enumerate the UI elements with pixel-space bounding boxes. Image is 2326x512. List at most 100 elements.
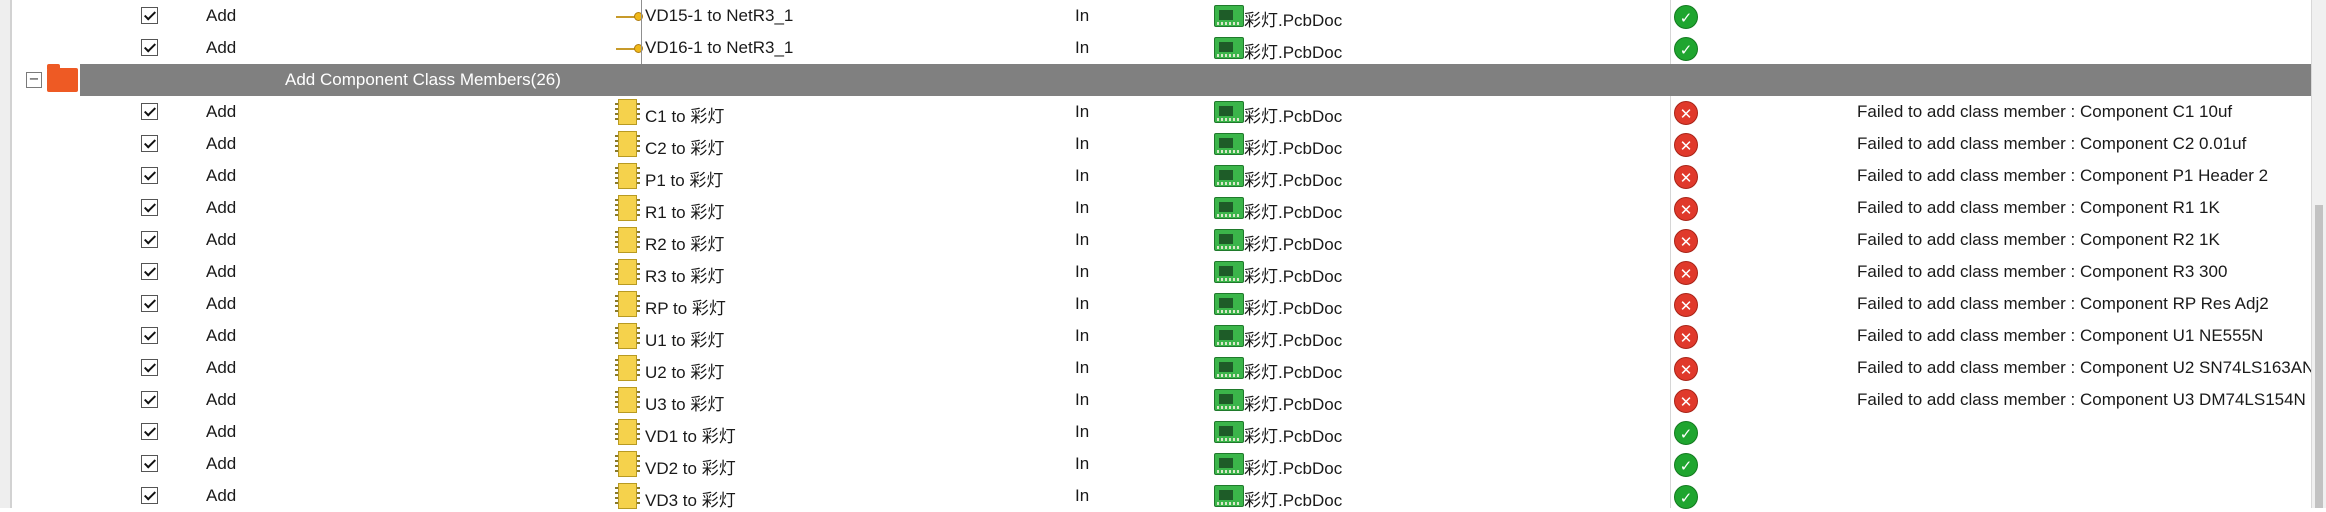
enable-checkbox[interactable]: [141, 199, 158, 216]
table-row[interactable]: Add R3 to 彩灯 In 彩灯.PcbDoc ✕ Failed to add cla…: [0, 256, 2312, 288]
affected-object-cell: RP to 彩灯: [645, 299, 726, 318]
affected-document-cell: 彩灯.PcbDoc: [1244, 491, 1343, 510]
action-cell: Add: [206, 166, 237, 185]
net-icon: [616, 32, 643, 64]
action-cell: Add: [206, 102, 237, 121]
affected-document-cell: 彩灯.PcbDoc: [1244, 171, 1343, 190]
message-cell: Failed to add class member : Component U…: [1857, 326, 2264, 345]
pcb-document-icon: [1214, 37, 1244, 59]
error-status-icon: ✕: [1674, 325, 1698, 349]
enable-checkbox[interactable]: [141, 295, 158, 312]
check-status-icon: ✓: [1674, 453, 1698, 477]
error-status-icon: ✕: [1674, 165, 1698, 189]
affected-object-cell: R1 to 彩灯: [645, 203, 725, 222]
check-status-icon: ✓: [1674, 37, 1698, 61]
enable-checkbox[interactable]: [141, 103, 158, 120]
affected-document-cell: 彩灯.PcbDoc: [1244, 107, 1343, 126]
affected-document-cell: 彩灯.PcbDoc: [1244, 139, 1343, 158]
action-cell: Add: [206, 198, 237, 217]
error-status-icon: ✕: [1674, 389, 1698, 413]
check-status-icon: ✓: [1674, 5, 1698, 29]
enable-checkbox[interactable]: [141, 7, 158, 24]
enable-checkbox[interactable]: [141, 263, 158, 280]
group-header-bar[interactable]: Add Component Class Members(26): [80, 64, 2312, 96]
table-row[interactable]: Add R2 to 彩灯 In 彩灯.PcbDoc ✕ Failed to add cla…: [0, 224, 2312, 256]
component-icon: [615, 387, 640, 413]
direction-cell: In: [1075, 422, 1090, 441]
pcb-document-icon: [1214, 421, 1244, 443]
table-row[interactable]: Add C1 to 彩灯 In 彩灯.PcbDoc ✕ Failed to add cla…: [0, 96, 2312, 128]
table-row[interactable]: Add VD3 to 彩灯 In 彩灯.PcbDoc ✓: [0, 480, 2312, 512]
affected-object-cell: P1 to 彩灯: [645, 171, 724, 190]
collapse-toggle-icon[interactable]: −: [26, 72, 42, 88]
action-cell: Add: [206, 6, 237, 25]
component-icon: [615, 323, 640, 349]
pcb-document-icon: [1214, 293, 1244, 315]
pcb-document-icon: [1214, 165, 1244, 187]
affected-object-cell: C1 to 彩灯: [645, 107, 725, 126]
table-row[interactable]: Add VD2 to 彩灯 In 彩灯.PcbDoc ✓: [0, 448, 2312, 480]
direction-cell: In: [1075, 166, 1090, 185]
affected-object-cell: R2 to 彩灯: [645, 235, 725, 254]
enable-checkbox[interactable]: [141, 359, 158, 376]
enable-checkbox[interactable]: [141, 487, 158, 504]
affected-document-cell: 彩灯.PcbDoc: [1244, 427, 1343, 446]
affected-document-cell: 彩灯.PcbDoc: [1244, 235, 1343, 254]
enable-checkbox[interactable]: [141, 39, 158, 56]
component-icon: [615, 483, 640, 509]
action-cell: Add: [206, 326, 237, 345]
enable-checkbox[interactable]: [141, 167, 158, 184]
affected-document-cell: 彩灯.PcbDoc: [1244, 363, 1343, 382]
action-cell: Add: [206, 134, 237, 153]
affected-object-cell: VD15-1 to NetR3_1: [645, 6, 794, 25]
component-icon: [615, 451, 640, 477]
affected-object-cell: R3 to 彩灯: [645, 267, 725, 286]
error-status-icon: ✕: [1674, 357, 1698, 381]
pcb-document-icon: [1214, 5, 1244, 27]
action-cell: Add: [206, 358, 237, 377]
table-row[interactable]: Add VD16-1 to NetR3_1 In 彩灯.PcbDoc ✓: [0, 32, 2312, 64]
table-row[interactable]: Add U2 to 彩灯 In 彩灯.PcbDoc ✕ Failed to add cla…: [0, 352, 2314, 384]
check-status-icon: ✓: [1674, 421, 1698, 445]
direction-cell: In: [1075, 358, 1090, 377]
error-status-icon: ✕: [1674, 101, 1698, 125]
pcb-document-icon: [1214, 133, 1244, 155]
direction-cell: In: [1075, 326, 1090, 345]
vertical-scrollbar[interactable]: [2311, 0, 2326, 508]
direction-cell: In: [1075, 198, 1090, 217]
enable-checkbox[interactable]: [141, 423, 158, 440]
message-cell: Failed to add class member : Component R…: [1857, 262, 2228, 281]
table-row[interactable]: Add U3 to 彩灯 In 彩灯.PcbDoc ✕ Failed to add cla…: [0, 384, 2312, 416]
message-cell: Failed to add class member : Component C…: [1857, 134, 2247, 153]
affected-object-cell: U2 to 彩灯: [645, 363, 725, 382]
action-cell: Add: [206, 422, 237, 441]
message-cell: Failed to add class member : Component C…: [1857, 102, 2233, 121]
table-row[interactable]: Add R1 to 彩灯 In 彩灯.PcbDoc ✕ Failed to add cla…: [0, 192, 2312, 224]
group-header-row[interactable]: − Add Component Class Members(26): [0, 64, 2312, 96]
enable-checkbox[interactable]: [141, 231, 158, 248]
error-status-icon: ✕: [1674, 197, 1698, 221]
scrollbar-thumb[interactable]: [2315, 205, 2323, 508]
enable-checkbox[interactable]: [141, 135, 158, 152]
table-row[interactable]: Add P1 to 彩灯 In 彩灯.PcbDoc ✕ Failed to add cla…: [0, 160, 2312, 192]
table-row[interactable]: Add U1 to 彩灯 In 彩灯.PcbDoc ✕ Failed to add cla…: [0, 320, 2312, 352]
net-icon: [616, 0, 643, 32]
table-row[interactable]: Add VD1 to 彩灯 In 彩灯.PcbDoc ✓: [0, 416, 2312, 448]
group-label: Add Component Class Members(26): [285, 70, 561, 89]
enable-checkbox[interactable]: [141, 327, 158, 344]
check-status-icon: ✓: [1674, 485, 1698, 509]
affected-document-cell: 彩灯.PcbDoc: [1244, 331, 1343, 350]
direction-cell: In: [1075, 6, 1090, 25]
affected-document-cell: 彩灯.PcbDoc: [1244, 395, 1343, 414]
affected-object-cell: VD3 to 彩灯: [645, 491, 736, 510]
enable-checkbox[interactable]: [141, 455, 158, 472]
direction-cell: In: [1075, 486, 1090, 505]
action-cell: Add: [206, 230, 237, 249]
table-row[interactable]: Add VD15-1 to NetR3_1 In 彩灯.PcbDoc ✓: [0, 0, 2312, 32]
message-cell: Failed to add class member : Component P…: [1857, 166, 2269, 185]
action-cell: Add: [206, 38, 237, 57]
table-row[interactable]: Add C2 to 彩灯 In 彩灯.PcbDoc ✕ Failed to add cla…: [0, 128, 2312, 160]
component-icon: [615, 99, 640, 125]
table-row[interactable]: Add RP to 彩灯 In 彩灯.PcbDoc ✕ Failed to add cla…: [0, 288, 2312, 320]
enable-checkbox[interactable]: [141, 391, 158, 408]
